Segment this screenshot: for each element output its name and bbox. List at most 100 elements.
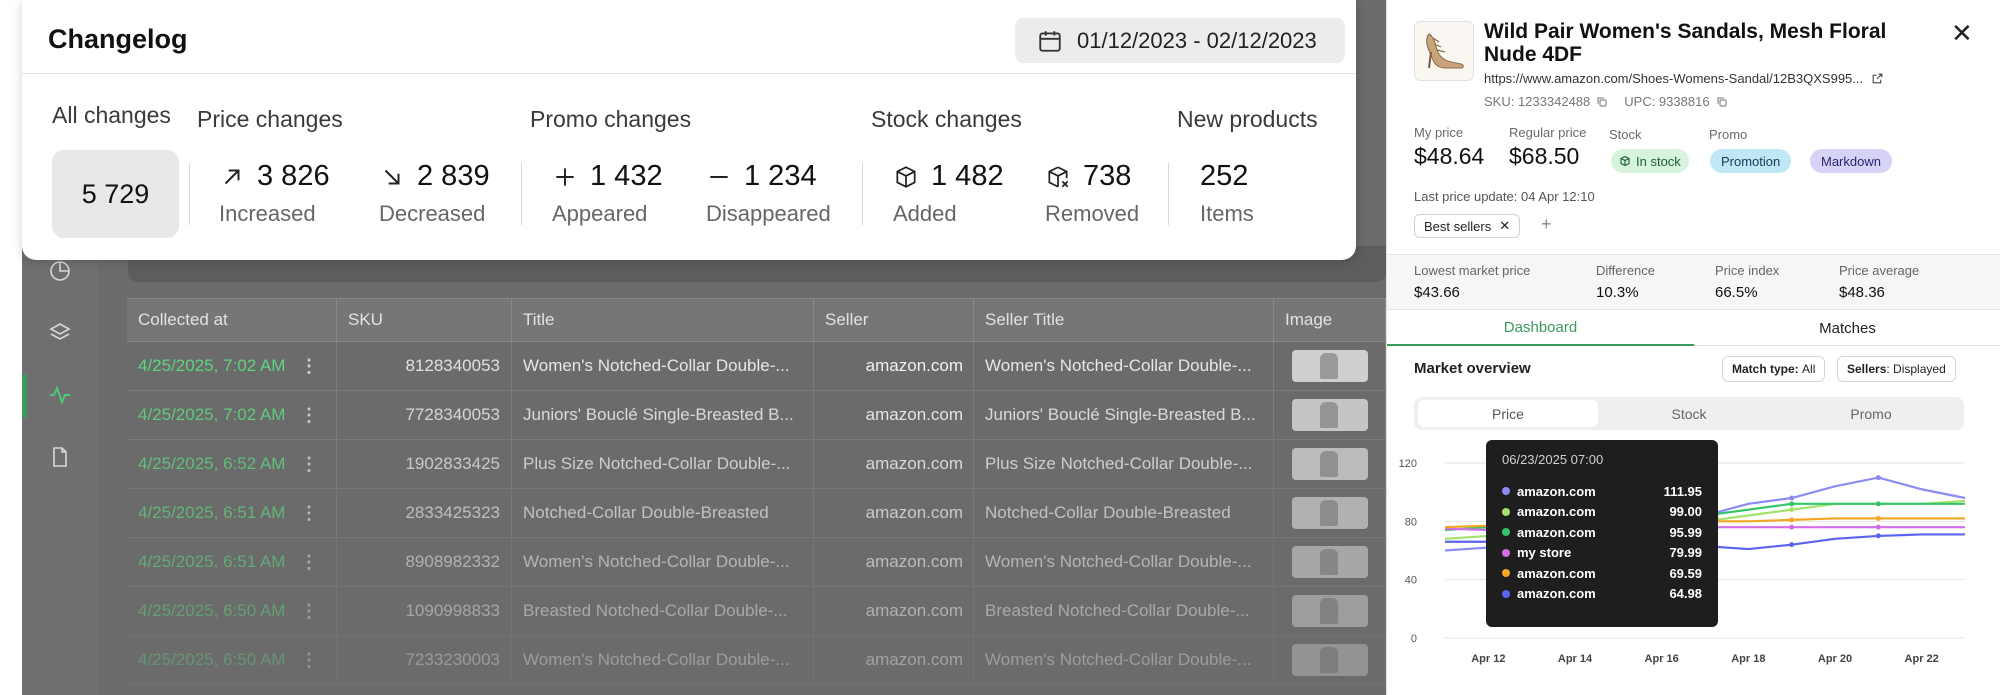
col-header-sku[interactable]: SKU [337, 299, 512, 341]
product-thumbnail [1291, 497, 1368, 529]
cell-title: Plus Size Notched-Collar Double-... [512, 440, 814, 488]
metric-disappeared[interactable]: 1 234 Disappeared [706, 160, 831, 227]
more-icon[interactable]: ⋮ [300, 650, 336, 671]
match-type-value: All [1802, 362, 1816, 376]
tooltip-row: amazon.com 111.95 [1502, 481, 1702, 502]
metric-removed[interactable]: 738 Removed [1045, 160, 1139, 227]
divider [521, 163, 522, 225]
divider [862, 163, 863, 225]
series-dot [1502, 548, 1510, 557]
segment-promo[interactable]: Promo [1781, 400, 1961, 427]
document-icon[interactable] [48, 445, 72, 469]
tab-dashboard[interactable]: Dashboard [1387, 310, 1694, 346]
close-icon[interactable]: ✕ [1951, 18, 1973, 49]
external-link-icon[interactable] [1871, 72, 1884, 85]
arrow-down-right-icon [384, 169, 400, 184]
cell-image [1274, 342, 1386, 390]
layers-icon[interactable] [48, 321, 72, 345]
decreased-label: Decreased [379, 201, 486, 226]
chart-segment-control: Price Stock Promo [1414, 397, 1964, 430]
cell-sku: 1902833425 [337, 440, 512, 488]
data-point [1789, 495, 1795, 501]
x-tick-label: Apr 18 [1731, 653, 1765, 665]
sellers-value: Displayed [1893, 362, 1946, 376]
plus-icon [556, 167, 574, 186]
new-products-value: 252 [1200, 160, 1249, 192]
tab-matches[interactable]: Matches [1694, 310, 2000, 346]
collected-text: 4/25/2025, 6:51 AM [138, 503, 286, 522]
more-icon[interactable]: ⋮ [300, 405, 336, 426]
col-header-image[interactable]: Image [1274, 299, 1386, 341]
collected-text: 4/25/2025, 6:50 AM [138, 650, 286, 669]
metric-added[interactable]: 1 482 Added [893, 160, 1004, 227]
product-title: Wild Pair Women's Sandals, Mesh Floral N… [1484, 20, 1887, 66]
metric-appeared[interactable]: 1 432 Appeared [552, 160, 663, 227]
more-icon[interactable]: ⋮ [300, 503, 336, 524]
cell-image [1274, 391, 1386, 439]
match-type-filter[interactable]: Match type: All [1722, 356, 1826, 382]
chart-tooltip: 06/23/2025 07:00 amazon.com 111.95 amazon.… [1486, 440, 1718, 627]
data-point [1875, 524, 1881, 530]
segment-stock[interactable]: Stock [1599, 400, 1779, 427]
added-label: Added [893, 201, 957, 226]
added-value: 1 482 [931, 160, 1004, 192]
cell-sku: 1090998833 [337, 587, 512, 635]
y-tick-label: 40 [1405, 575, 1417, 587]
changelog-divider [22, 73, 1356, 74]
cell-seller: amazon.com [814, 538, 974, 586]
cell-collected: 4/25/2025, 6:52 AM ⋮ [127, 440, 337, 488]
col-header-collected[interactable]: Collected at [127, 299, 337, 341]
table-row[interactable]: 4/25/2025, 6:52 AM ⋮ 1902833425 Plus Size N… [127, 440, 1386, 489]
data-point [1789, 542, 1795, 548]
match-type-label: Match type: [1732, 362, 1799, 376]
product-url[interactable]: https://www.amazon.com/Shoes-Womens-Sand… [1484, 71, 1884, 86]
more-icon[interactable]: ⋮ [300, 552, 336, 573]
copy-icon[interactable] [1596, 96, 1608, 108]
cell-title: Women's Notched-Collar Double-... [512, 636, 814, 684]
cell-seller: amazon.com [814, 636, 974, 684]
tag-remove-icon[interactable]: ✕ [1499, 218, 1510, 234]
col-header-title[interactable]: Title [512, 299, 814, 341]
activity-icon[interactable] [48, 383, 72, 407]
metric-new-products[interactable]: 252 Items [1200, 160, 1254, 227]
date-range-button[interactable]: 01/12/2023 - 02/12/2023 [1015, 18, 1345, 63]
table-row[interactable]: 4/25/2025, 6:51 AM ⋮ 8908982332 Women's Not… [127, 538, 1386, 587]
col-header-seller-title[interactable]: Seller Title [974, 299, 1274, 341]
segment-price[interactable]: Price [1418, 400, 1598, 427]
stat-difference: Difference 10.3% [1596, 263, 1655, 301]
box-icon [1620, 155, 1630, 167]
cell-collected: 4/25/2025, 6:50 AM ⋮ [127, 587, 337, 635]
copy-icon[interactable] [1716, 96, 1728, 108]
cell-seller-title: Notched-Collar Double-Breasted [974, 489, 1274, 537]
table-row[interactable]: 4/25/2025, 7:02 AM ⋮ 7728340053 Juniors' Bo… [127, 391, 1386, 440]
more-icon[interactable]: ⋮ [300, 454, 336, 475]
table-row[interactable]: 4/25/2025, 6:51 AM ⋮ 2833425323 Notched-Col… [127, 489, 1386, 538]
col-header-seller[interactable]: Seller [814, 299, 974, 341]
table-row[interactable]: 4/25/2025, 6:50 AM ⋮ 1090998833 Breasted No… [127, 587, 1386, 636]
changelog-title: Changelog [48, 24, 188, 54]
data-point [1875, 515, 1881, 521]
product-url-text[interactable]: https://www.amazon.com/Shoes-Womens-Sand… [1484, 71, 1863, 86]
table-row[interactable]: 4/25/2025, 6:50 AM ⋮ 7233230003 Women's Not… [127, 636, 1386, 685]
tooltip-row: amazon.com 69.59 [1502, 563, 1702, 584]
removed-value: 738 [1083, 160, 1132, 192]
box-remove-icon [1048, 165, 1069, 188]
stock-changes-label: Stock changes [871, 106, 1022, 132]
tooltip-seller: amazon.com [1517, 483, 1596, 499]
tag-best-sellers[interactable]: Best sellers ✕ [1414, 214, 1521, 238]
tooltip-seller: amazon.com [1517, 586, 1596, 602]
all-changes-value[interactable]: 5 729 [52, 150, 179, 238]
tag-best-sellers-label: Best sellers [1424, 218, 1492, 234]
product-thumbnail [1291, 595, 1368, 627]
tooltip-value: 79.99 [1669, 545, 1702, 561]
more-icon[interactable]: ⋮ [300, 356, 336, 377]
table-row[interactable]: 4/25/2025, 7:02 AM ⋮ 8128340053 Women's Not… [127, 342, 1386, 391]
metric-decreased[interactable]: 2 839 Decreased [379, 160, 490, 227]
more-icon[interactable]: ⋮ [300, 601, 336, 622]
product-thumbnail [1291, 448, 1368, 480]
sellers-filter[interactable]: Sellers: Displayed [1837, 356, 1956, 382]
metric-increased[interactable]: 3 826 Increased [219, 160, 330, 227]
add-tag-icon[interactable]: + [1541, 214, 1552, 235]
tooltip-value: 111.95 [1663, 483, 1702, 499]
pie-chart-icon[interactable] [48, 259, 72, 283]
